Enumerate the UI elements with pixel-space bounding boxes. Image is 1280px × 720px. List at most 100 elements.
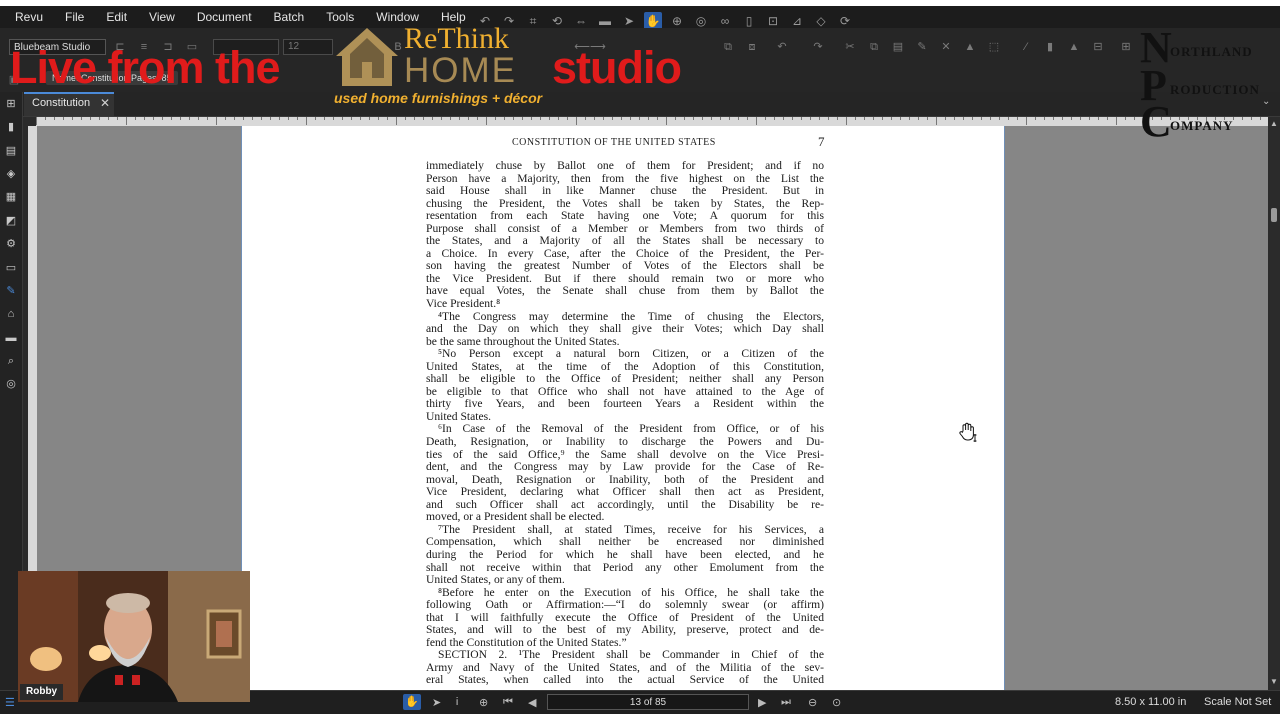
menu-revu[interactable]: Revu <box>0 6 54 28</box>
close-icon[interactable]: ✕ <box>100 96 110 110</box>
toolchest-icon[interactable]: ▦ <box>5 191 17 203</box>
page-text-line: and the Day on which they shall give the… <box>426 323 824 336</box>
flag-icon[interactable]: ▲ <box>1068 41 1080 53</box>
ruler-tick <box>333 117 334 120</box>
page-text-line: United States, at the time of the Adopti… <box>426 360 824 373</box>
ruler-tick <box>234 117 235 120</box>
tab-label: Constitution <box>32 97 91 109</box>
vertical-scrollbar[interactable]: ▲ ▼ <box>1268 117 1280 690</box>
next-page-icon[interactable]: ▶ <box>758 696 766 709</box>
page-number-field[interactable]: 13 of 85 <box>547 694 749 710</box>
select-icon[interactable]: ➤ <box>432 696 441 709</box>
tag-icon[interactable]: ⌂ <box>5 308 17 320</box>
ruler-tick <box>1053 117 1054 120</box>
page-text-line: States, and will to the best of my Abili… <box>426 624 824 637</box>
webcam-image <box>18 571 250 702</box>
menu-view[interactable]: View <box>138 6 186 28</box>
page-text-body: immediately chuse by Ballot one of them … <box>426 160 824 687</box>
page-size-readout: 8.50 x 11.00 in <box>1115 696 1187 708</box>
selection-box-icon[interactable]: ⬚ <box>988 41 1000 53</box>
ruler-tick <box>576 117 577 125</box>
undo-icon[interactable]: ↶ <box>776 41 788 53</box>
ruler-tick <box>783 117 784 120</box>
ruler-tick <box>225 117 226 120</box>
last-page-icon[interactable]: ⏭ <box>781 696 791 709</box>
font-size-field[interactable]: 12 <box>283 39 333 55</box>
ruler-tick <box>549 117 550 120</box>
scale-readout[interactable]: Scale Not Set <box>1204 696 1271 708</box>
page-text-line: United States, or any of them. <box>426 574 565 587</box>
ruler-tick <box>117 117 118 120</box>
page-text-line: the Vice President. But if there should … <box>426 272 824 285</box>
lock-icon[interactable]: ▲ <box>964 41 976 53</box>
next-view-icon[interactable]: ⊙ <box>832 696 841 709</box>
thumbnails-icon[interactable]: ⊞ <box>5 98 17 110</box>
ruler-tick <box>387 117 388 120</box>
first-page-icon[interactable]: ⏮ <box>503 696 513 709</box>
chevron-down-icon[interactable]: ▼ <box>1270 677 1278 686</box>
ruler-tick <box>684 117 685 120</box>
ruler-tick <box>837 117 838 120</box>
ruler-tick <box>540 117 541 120</box>
ruler-tick <box>495 117 496 120</box>
page-text-line: thirty five Years, and been fourteen Yea… <box>426 398 824 411</box>
file-access-icon[interactable]: ▤ <box>5 145 17 157</box>
panels-menu-icon[interactable]: ☰ <box>5 696 15 709</box>
scrollbar-thumb[interactable] <box>1271 208 1277 222</box>
page-text-line: following Oath or Affirmation:—“I do sol… <box>426 599 824 612</box>
pan-hand-icon[interactable]: ✋ <box>403 694 421 710</box>
page-text-line: immediately chuse by Ballot one of them … <box>426 160 824 172</box>
ruler-tick <box>567 117 568 120</box>
markups-list-icon[interactable]: ✎ <box>5 285 17 297</box>
ruler-tick <box>774 117 775 120</box>
ruler-tick <box>666 117 667 125</box>
menu-tools[interactable]: Tools <box>315 6 365 28</box>
chevron-up-icon[interactable]: ▲ <box>1270 119 1278 128</box>
zoom-icon[interactable]: ⊕ <box>479 696 488 709</box>
ruler-tick <box>468 117 469 120</box>
ruler-tick <box>648 117 649 120</box>
ungroup-icon[interactable]: ⧈ <box>746 41 758 53</box>
page-text-line: Purpose shall consist of a Member or Mem… <box>426 222 824 235</box>
attach-icon[interactable]: ▮ <box>1044 41 1056 53</box>
menu-document[interactable]: Document <box>186 6 263 28</box>
search-icon[interactable]: ⌕ <box>5 355 17 367</box>
menu-file[interactable]: File <box>54 6 95 28</box>
group-icon[interactable]: ⧉ <box>722 41 734 53</box>
bookmarks-icon[interactable]: ▮ <box>5 121 17 133</box>
layers-icon[interactable]: ⊟ <box>1092 41 1104 53</box>
ruler-tick <box>270 117 271 120</box>
settings-gear-icon[interactable]: ⚙ <box>5 238 17 250</box>
page-text-line: eral States, when called into the actual… <box>426 674 824 687</box>
menu-batch[interactable]: Batch <box>263 6 316 28</box>
page-text-line: SECTION 2. ¹The President shall be Comma… <box>438 649 824 662</box>
previous-view-icon[interactable]: ⊖ <box>808 696 817 709</box>
stamp-icon[interactable]: ▬ <box>5 332 17 344</box>
cut-icon[interactable]: ✂ <box>844 41 856 53</box>
markup-link-icon[interactable]: ⁄ <box>1020 41 1032 53</box>
page-text-line: United States. <box>426 410 492 423</box>
npc-word-northland: ORTHLAND <box>1170 44 1253 59</box>
ruler-tick <box>1044 117 1045 120</box>
tab-constitution[interactable]: Constitution ✕ <box>24 92 114 116</box>
expand-icon[interactable]: ⊞ <box>1120 41 1132 53</box>
studio-icon[interactable]: ◎ <box>5 378 17 390</box>
ruler-tick <box>810 117 811 120</box>
ruler-tick <box>504 117 505 120</box>
delete-icon[interactable]: ✕ <box>940 41 952 53</box>
properties-icon[interactable]: ◩ <box>5 215 17 227</box>
ruler-tick <box>189 117 190 120</box>
ruler-tick <box>999 117 1000 120</box>
layers-icon[interactable]: ◈ <box>5 168 17 180</box>
redo-icon[interactable]: ↷ <box>812 41 824 53</box>
measurements-icon[interactable]: ▭ <box>5 262 17 274</box>
previous-page-icon[interactable]: ◀ <box>528 696 536 709</box>
ruler-tick <box>828 117 829 120</box>
paste-icon[interactable]: ▤ <box>892 41 904 53</box>
ruler-tick <box>441 117 442 120</box>
ruler-tick <box>756 117 757 125</box>
copy-icon[interactable]: ⧉ <box>868 41 880 53</box>
select-text-icon[interactable]: Ꭵ <box>456 696 458 709</box>
menu-edit[interactable]: Edit <box>95 6 138 28</box>
format-painter-icon[interactable]: ✎ <box>916 41 928 53</box>
